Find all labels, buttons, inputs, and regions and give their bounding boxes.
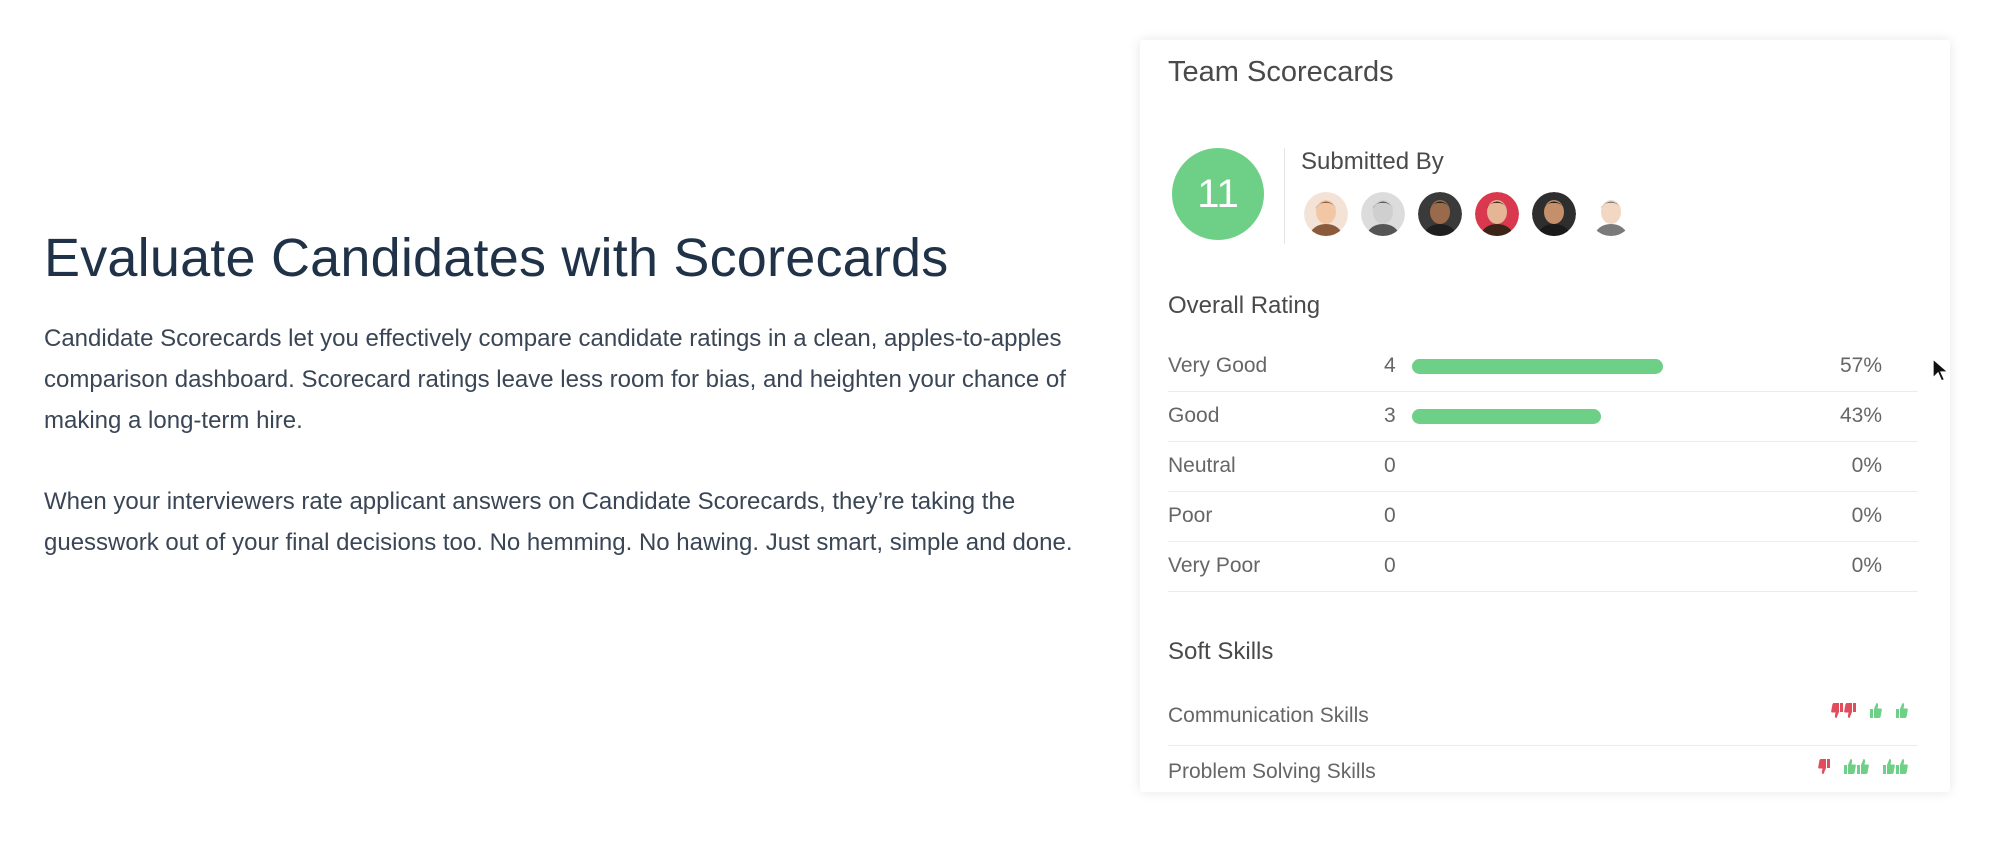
rating-bar-track — [1412, 559, 1852, 574]
rating-bar-track — [1412, 409, 1852, 424]
skill-rating-icons — [1831, 702, 1908, 719]
rating-percent: 0% — [1851, 504, 1882, 527]
rating-row: Poor 0 0% — [1168, 492, 1918, 542]
rating-count: 3 — [1384, 404, 1396, 427]
rating-row: Very Poor 0 0% — [1168, 542, 1918, 592]
skill-rating-icons — [1818, 758, 1908, 775]
rating-label: Poor — [1168, 504, 1213, 527]
thumbs-down-group — [1831, 702, 1856, 719]
submitted-by-label: Submitted By — [1301, 148, 1444, 175]
divider — [1284, 148, 1285, 244]
scorecard-count-badge: 11 — [1172, 148, 1264, 240]
thumbs-up-icon — [1896, 759, 1908, 774]
rating-count: 4 — [1384, 354, 1396, 377]
rating-percent: 0% — [1851, 554, 1882, 577]
rating-row: Good 3 43% — [1168, 392, 1918, 442]
skill-label: Problem Solving Skills — [1168, 760, 1376, 783]
thumbs-down-icon — [1831, 703, 1843, 718]
skill-row: Communication Skills — [1168, 690, 1918, 746]
skill-row: Problem Solving Skills — [1168, 746, 1918, 801]
thumbs-up-icon — [1857, 759, 1869, 774]
rating-label: Good — [1168, 404, 1220, 427]
avatar-man-dark-icon — [1418, 192, 1462, 236]
content-section: Evaluate Candidates with Scorecards Cand… — [44, 226, 1094, 603]
rating-label: Very Poor — [1168, 554, 1261, 577]
rating-row: Very Good 4 57% — [1168, 342, 1918, 392]
rating-row: Neutral 0 0% — [1168, 442, 1918, 492]
thumbs-up-icon — [1870, 703, 1882, 718]
rating-breakdown: Very Good 4 57% Good 3 43% Neutral 0 0% Poor 0 0% Ve… — [1168, 342, 1918, 592]
thumbs-down-group — [1818, 758, 1830, 775]
rating-bar — [1412, 409, 1602, 424]
thumbs-up-icon — [1844, 759, 1856, 774]
rating-bar-track — [1412, 509, 1852, 524]
thumbs-up-icon — [1883, 759, 1895, 774]
avatar-man-red-icon — [1475, 192, 1519, 236]
avatar-man-gray-icon — [1361, 192, 1405, 236]
rating-count: 0 — [1384, 554, 1396, 577]
rating-label: Neutral — [1168, 454, 1236, 477]
card-title: Team Scorecards — [1168, 56, 1394, 88]
skill-label: Communication Skills — [1168, 704, 1369, 727]
page-headline: Evaluate Candidates with Scorecards — [44, 228, 949, 288]
rating-percent: 0% — [1851, 454, 1882, 477]
team-scorecards-card: Team Scorecards 11 Submitted By Overall … — [1140, 40, 1950, 792]
thumbs-up-icon — [1896, 703, 1908, 718]
rating-bar-track — [1412, 359, 1852, 374]
rating-count: 0 — [1384, 504, 1396, 527]
thumbs-down-icon — [1818, 759, 1830, 774]
soft-skills-list: Communication Skills Problem Solving Skil… — [1168, 690, 1918, 801]
overall-rating-title: Overall Rating — [1168, 292, 1321, 319]
mouse-pointer-icon — [1932, 357, 1950, 389]
rating-bar — [1412, 359, 1663, 374]
avatar-man-cartoon-icon — [1589, 192, 1633, 236]
thumbs-up-group — [1870, 702, 1882, 719]
thumbs-down-icon — [1844, 703, 1856, 718]
rating-count: 0 — [1384, 454, 1396, 477]
description-paragraph-2: When your interviewers rate applicant an… — [44, 488, 1073, 556]
thumbs-up-group — [1844, 758, 1869, 775]
avatar-woman-icon — [1304, 192, 1348, 236]
submitter-avatars — [1304, 192, 1633, 236]
rating-label: Very Good — [1168, 354, 1268, 377]
rating-percent: 57% — [1839, 354, 1882, 377]
rating-bar-track — [1412, 459, 1852, 474]
avatar-man-beard-icon — [1532, 192, 1576, 236]
thumbs-up-group — [1896, 702, 1908, 719]
thumbs-up-group — [1883, 758, 1908, 775]
rating-percent: 43% — [1839, 404, 1882, 427]
soft-skills-title: Soft Skills — [1168, 638, 1274, 665]
description-paragraph-1: Candidate Scorecards let you effectively… — [44, 325, 1066, 434]
